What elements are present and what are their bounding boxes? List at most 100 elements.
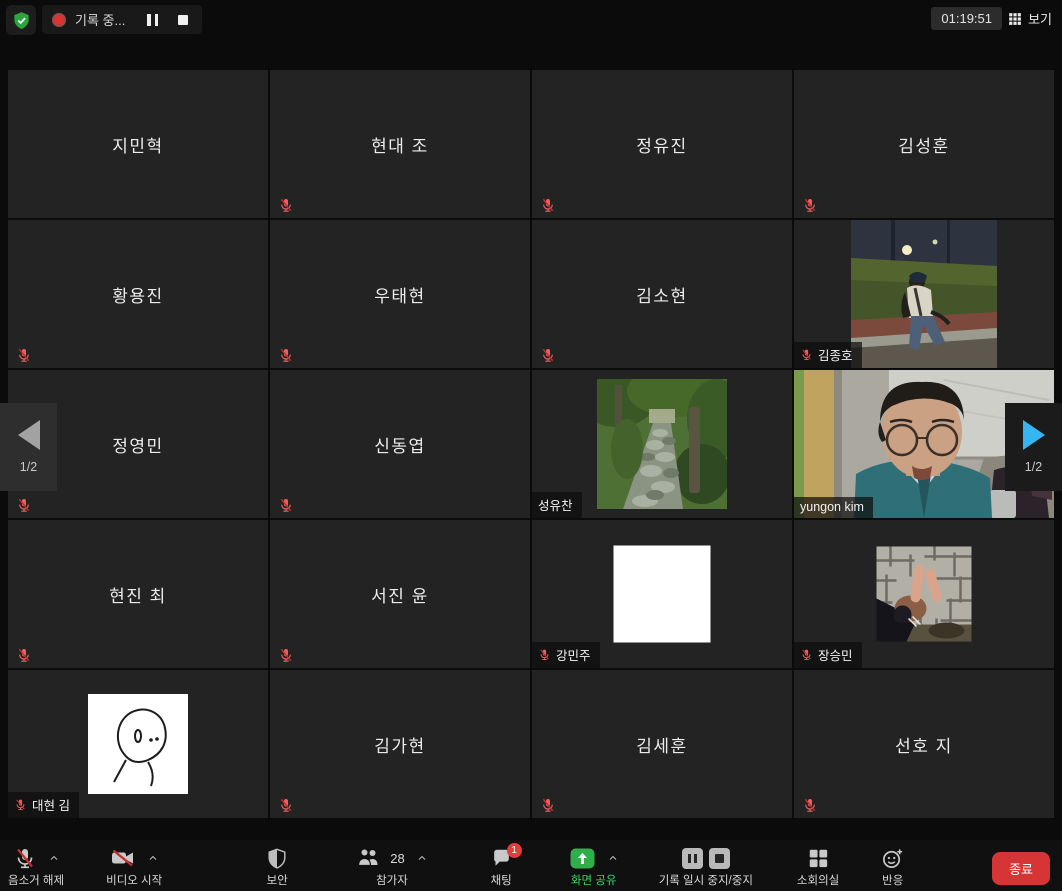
reactions-button[interactable]: 반응 [881, 845, 904, 888]
participant-name: 김세훈 [532, 670, 792, 818]
participant-name: 장승민 [818, 645, 853, 664]
participant-tile[interactable]: 성유찬 [532, 370, 792, 518]
page-indicator: 1/2 [1025, 460, 1042, 474]
chat-button[interactable]: 1 채팅 [490, 845, 513, 888]
participant-name: 김종호 [818, 345, 853, 364]
participant-name: 김성훈 [794, 70, 1054, 218]
muted-mic-icon [540, 347, 556, 363]
white-square-avatar [614, 546, 711, 643]
participant-name: 선호 지 [794, 670, 1054, 818]
participants-button[interactable]: 28 참가자 [356, 845, 427, 888]
muted-mic-icon [278, 497, 294, 513]
stop-recording-button[interactable] [178, 15, 188, 25]
share-screen-icon [569, 847, 596, 870]
recording-control-label: 기록 일시 중지/중지 [659, 872, 753, 888]
participant-tile[interactable]: 황용진 [8, 220, 268, 368]
participant-name-label: yungon kim [794, 497, 873, 518]
participant-tile[interactable]: 김가현 [270, 670, 530, 818]
top-bar: 기록 중... 01:19:51 보기 [0, 0, 1062, 40]
meeting-info-button[interactable] [6, 5, 36, 35]
participant-tile[interactable]: 우태현 [270, 220, 530, 368]
chevron-up-icon[interactable] [416, 852, 428, 864]
participant-tile[interactable]: 김소현 [532, 220, 792, 368]
participant-tile[interactable]: 서진 윤 [270, 520, 530, 668]
share-screen-label: 화면 공유 [571, 872, 617, 888]
stop-recording-icon[interactable] [709, 848, 730, 869]
participant-name: 현대 조 [270, 70, 530, 218]
unmute-label: 음소거 해제 [8, 872, 64, 888]
muted-mic-icon [16, 647, 32, 663]
muted-mic-icon [278, 647, 294, 663]
participant-name: 강민주 [556, 645, 591, 664]
participant-tile[interactable]: 현대 조 [270, 70, 530, 218]
view-label: 보기 [1028, 9, 1052, 28]
share-screen-button[interactable]: 화면 공유 [569, 845, 619, 888]
recording-control-button[interactable]: 기록 일시 중지/중지 [659, 845, 753, 888]
chat-label: 채팅 [491, 872, 512, 888]
chevron-up-icon[interactable] [48, 852, 60, 864]
muted-mic-icon [802, 197, 818, 213]
chevron-up-icon[interactable] [147, 852, 159, 864]
participant-tile[interactable]: 현진 최 [8, 520, 268, 668]
reactions-label: 반응 [882, 872, 903, 888]
participant-tile[interactable]: 신동엽 [270, 370, 530, 518]
view-button[interactable]: 보기 [1008, 9, 1052, 28]
muted-mic-icon [278, 797, 294, 813]
grid-view-icon [1008, 12, 1022, 26]
muted-mic-icon [13, 846, 37, 870]
pause-recording-icon[interactable] [682, 848, 703, 869]
reactions-smiley-icon [881, 847, 904, 870]
participant-name: 대현 김 [32, 795, 70, 814]
participant-name: 김가현 [270, 670, 530, 818]
end-meeting-button[interactable]: 종료 [992, 852, 1050, 885]
participant-tile[interactable]: 장승민 [794, 520, 1054, 668]
breakout-rooms-button[interactable]: 소회의실 [797, 845, 839, 888]
participant-name: 서진 윤 [270, 520, 530, 668]
muted-mic-icon [278, 347, 294, 363]
participant-name-label: 대현 김 [8, 792, 79, 818]
unmute-button[interactable]: 음소거 해제 [8, 845, 64, 888]
profile-photo-garden-path [597, 379, 727, 509]
pause-recording-button[interactable] [147, 14, 158, 26]
participants-count: 28 [390, 851, 404, 866]
zoom-meeting-window: 기록 중... 01:19:51 보기 지민혁 현대 조 정 [0, 0, 1062, 891]
security-label: 보안 [267, 872, 288, 888]
muted-mic-icon [14, 798, 27, 811]
participant-tile[interactable]: 정유진 [532, 70, 792, 218]
muted-mic-icon [16, 497, 32, 513]
meeting-timer: 01:19:51 [931, 7, 1002, 30]
start-video-label: 비디오 시작 [106, 872, 162, 888]
left-arrow-icon [18, 420, 40, 450]
muted-mic-icon [802, 797, 818, 813]
participant-tile[interactable]: 선호 지 [794, 670, 1054, 818]
participant-name-label: 성유찬 [532, 492, 582, 518]
participant-name: 지민혁 [8, 70, 268, 218]
chevron-up-icon[interactable] [607, 852, 619, 864]
breakout-rooms-icon [807, 847, 829, 869]
participants-label: 참가자 [376, 872, 408, 888]
right-arrow-icon [1023, 420, 1045, 450]
page-indicator: 1/2 [20, 460, 37, 474]
participant-tile[interactable]: 김종호 [794, 220, 1054, 368]
participant-tile[interactable]: 김세훈 [532, 670, 792, 818]
previous-page-button[interactable]: 1/2 [0, 403, 57, 491]
participant-name-label: 장승민 [794, 642, 862, 668]
next-page-button[interactable]: 1/2 [1005, 403, 1062, 491]
profile-photo-night-street [851, 220, 997, 368]
start-video-button[interactable]: 비디오 시작 [106, 845, 162, 888]
recording-label: 기록 중... [75, 10, 125, 29]
participant-tile[interactable]: 강민주 [532, 520, 792, 668]
security-button[interactable]: 보안 [266, 845, 288, 888]
camera-off-icon [110, 846, 136, 870]
meeting-toolbar: 음소거 해제 비디오 시작 보안 [0, 840, 1062, 891]
participant-name-label: 김종호 [794, 342, 862, 368]
chat-unread-badge: 1 [507, 843, 522, 858]
doodle-face-avatar [88, 694, 188, 794]
security-shield-icon [12, 11, 31, 30]
participant-name: 성유찬 [538, 495, 573, 514]
participant-name-label: 강민주 [532, 642, 600, 668]
participant-tile[interactable]: 지민혁 [8, 70, 268, 218]
participant-grid: 지민혁 현대 조 정유진 김성훈 황용진 우태현 김소현 [8, 70, 1054, 818]
participant-tile[interactable]: 대현 김 [8, 670, 268, 818]
participant-tile[interactable]: 김성훈 [794, 70, 1054, 218]
